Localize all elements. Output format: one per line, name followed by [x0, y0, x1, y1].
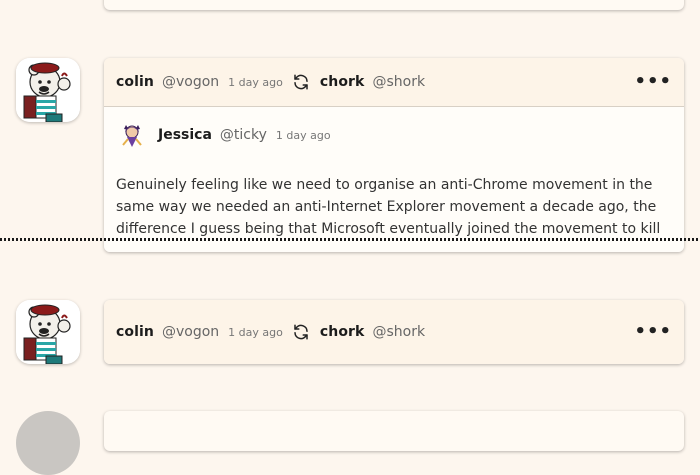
quoted-post[interactable]: Jessica @ticky 1 day ago Genuinely feeli…	[104, 107, 684, 252]
author-name[interactable]: colin	[116, 74, 154, 90]
bear-avatar-icon	[16, 58, 80, 122]
boosted-author-handle[interactable]: @shork	[372, 74, 425, 90]
avatar[interactable]	[16, 300, 80, 364]
character-avatar-icon	[122, 125, 142, 147]
post-header: colin @vogon 1 day ago chork @shork •••	[104, 300, 684, 364]
quoted-post-time[interactable]: 1 day ago	[276, 129, 331, 142]
avatar[interactable]	[16, 58, 80, 122]
bear-avatar-icon	[16, 300, 80, 364]
avatar[interactable]	[16, 411, 80, 475]
post-time[interactable]: 1 day ago	[228, 326, 283, 339]
author-name[interactable]: colin	[116, 324, 154, 340]
quoted-author-handle[interactable]: @ticky	[220, 127, 267, 143]
quoted-avatar[interactable]	[118, 121, 146, 149]
quoted-post-body: Genuinely feeling like we need to organi…	[116, 177, 661, 237]
post-time[interactable]: 1 day ago	[228, 76, 283, 89]
more-horizontal-icon[interactable]: •••	[634, 323, 672, 341]
boosted-author-name[interactable]: chork	[320, 324, 365, 340]
author-handle[interactable]: @vogon	[162, 324, 219, 340]
author-handle[interactable]: @vogon	[162, 74, 219, 90]
repeat-icon	[292, 323, 310, 341]
truncation-divider	[0, 238, 700, 241]
boosted-author-name[interactable]: chork	[320, 74, 365, 90]
boosted-post-card: colin @vogon 1 day ago chork @shork •••	[104, 300, 684, 364]
next-post-card	[104, 411, 684, 451]
boosted-author-handle[interactable]: @shork	[372, 324, 425, 340]
boosted-post-card: colin @vogon 1 day ago chork @shork •••	[104, 58, 684, 252]
more-horizontal-icon[interactable]: •••	[634, 73, 672, 91]
quoted-author-name[interactable]: Jessica	[158, 127, 212, 143]
post-header: colin @vogon 1 day ago chork @shork •••	[104, 58, 684, 107]
previous-post-card	[104, 0, 684, 10]
quoted-post-header: Jessica @ticky 1 day ago	[104, 107, 684, 149]
repeat-icon	[292, 73, 310, 91]
